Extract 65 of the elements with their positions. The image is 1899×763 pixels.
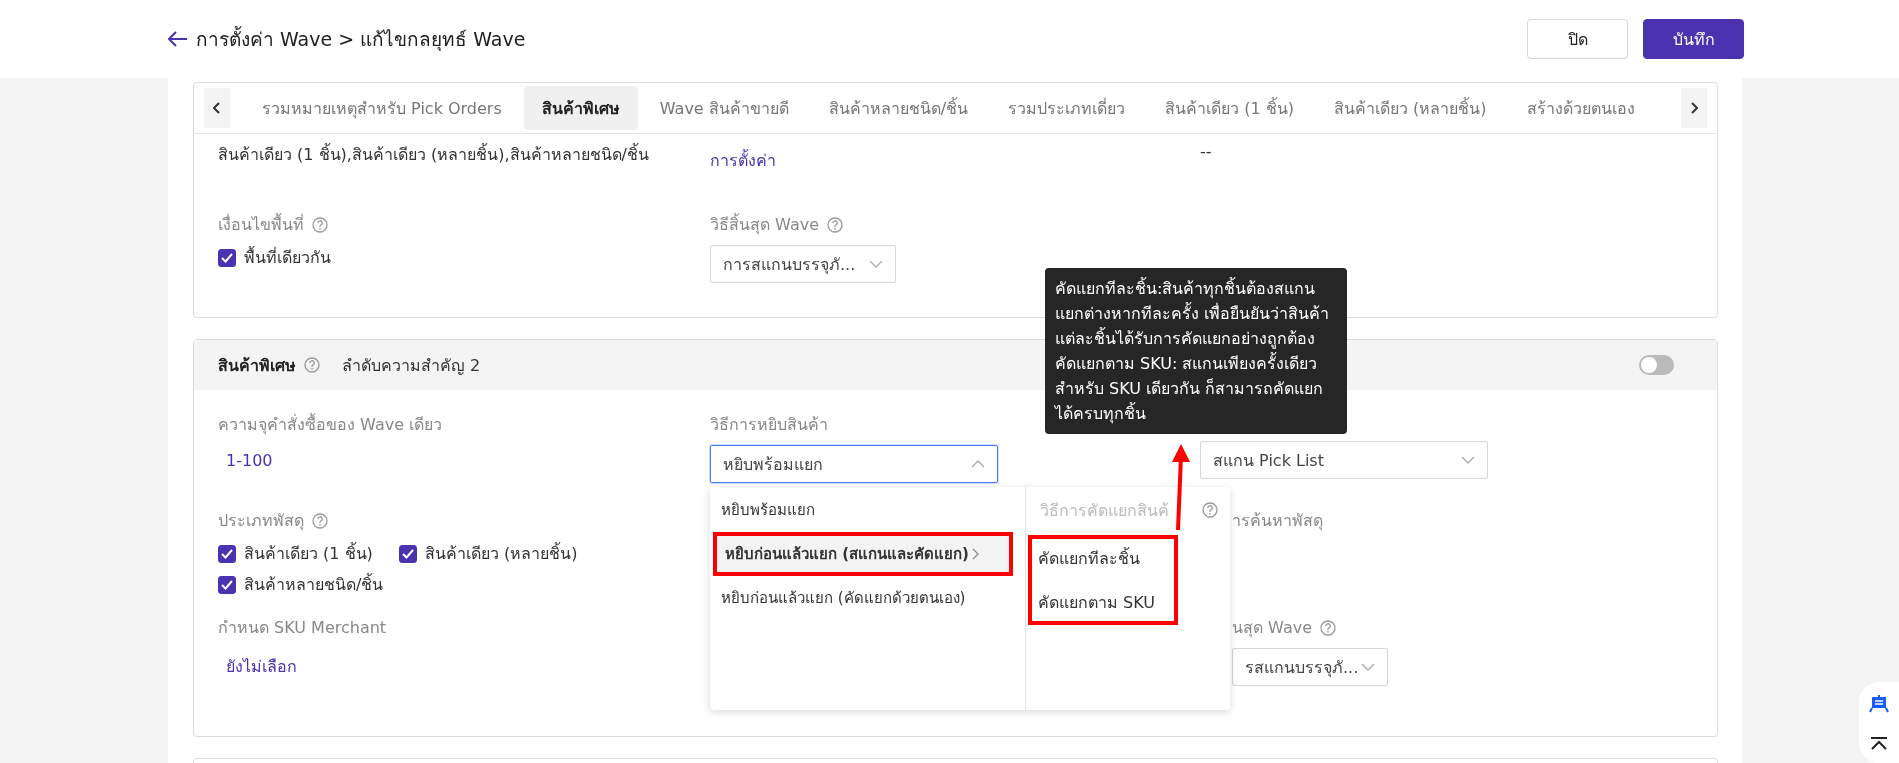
scroll-left-button[interactable]	[204, 88, 230, 128]
scroll-right-button[interactable]	[1681, 88, 1707, 128]
menu-item[interactable]: คัดแยกตาม SKU	[1032, 583, 1174, 621]
range-link[interactable]: 1-100	[218, 445, 710, 470]
menu-item[interactable]: หยิบก่อนแล้วแยก (สแกนและคัดแยก)	[713, 532, 1013, 576]
check-icon	[221, 548, 233, 559]
submenu-title: วิธีการคัดแยกสินค้	[1040, 499, 1169, 522]
chevron-down-icon	[869, 260, 883, 268]
chat-icon[interactable]	[1869, 693, 1889, 714]
product-types-text: สินค้าเดียว (1 ชิ้น),สินค้าเดียว (หลายชิ้น),สินค้าหลายชนิด/ชิ้น	[218, 142, 650, 166]
chevron-down-icon	[1361, 663, 1375, 671]
tab[interactable]: รวมประเภทเดี่ยว	[990, 86, 1144, 130]
field-label: กำหนด SKU Merchant	[218, 617, 387, 639]
help-icon[interactable]	[304, 357, 320, 373]
tooltip-text: คัดแยกตาม SKU: สแกนเพียงครั้งเดียวสำหรับ SKU เดียวกัน ก็สามารถคัดแยกได้ครบทุกชิ้น	[1055, 351, 1325, 426]
field-label: วิธีการหยิบสินค้า	[710, 414, 828, 436]
check-icon	[221, 252, 233, 263]
chevron-up-icon	[971, 460, 985, 468]
select-field[interactable]: รสแกนบรรจุภั...	[1232, 648, 1388, 686]
not-selected-link[interactable]: ยังไม่เลือก	[218, 648, 710, 679]
menu-item[interactable]: หยิบพร้อมแยก	[713, 491, 1013, 529]
close-button[interactable]: ปิด	[1527, 19, 1628, 59]
tab[interactable]: สร้างด้วยตนเอง	[1508, 86, 1653, 130]
field-label: ประเภทพัสดุ	[218, 510, 304, 533]
chevron-left-icon[interactable]	[213, 102, 221, 114]
tab[interactable]: สินค้าเดียว (1 ชิ้น)	[1147, 86, 1312, 130]
help-icon[interactable]	[1202, 502, 1218, 518]
checkbox[interactable]: พื้นที่เดียวกัน	[218, 245, 710, 270]
tooltip-text: คัดแยกทีละชิ้น:สินค้าทุกชิ้นต้องสแกนแยกต่างหากทีละครั้ง เพื่อยืนยันว่าสินค้าแต่ละชิ้นได้รับการคัดแยกอย่างถูกต้อง	[1055, 276, 1331, 351]
field-label: เงื่อนไขพื้นที่	[218, 212, 304, 236]
tab[interactable]: สินค้าหลายชนิด/ชิ้น	[810, 86, 987, 130]
menu-item[interactable]: คัดแยกทีละชิ้น	[1032, 539, 1174, 577]
field-label: นสุด Wave	[1232, 617, 1312, 640]
settings-link[interactable]: การตั้งค่า	[710, 142, 1200, 173]
tab[interactable]: สินค้าพิเศษ	[523, 86, 638, 130]
toggle-switch[interactable]	[1639, 355, 1674, 375]
field-label: ารค้นหาพัสดุ	[1232, 510, 1323, 533]
help-icon[interactable]	[827, 216, 843, 233]
chevron-right-icon	[971, 548, 979, 560]
checkbox[interactable]: สินค้าหลายชนิด/ชิ้น	[218, 572, 384, 597]
menu-item[interactable]: หยิบก่อนแล้วแยก (คัดแยกด้วยตนเอง)	[713, 579, 1013, 617]
chevron-down-icon	[1461, 456, 1475, 464]
check-icon	[401, 548, 414, 559]
help-icon[interactable]	[312, 216, 328, 233]
help-icon[interactable]	[312, 512, 328, 529]
field-label: วิธีสิ้นสุด Wave	[710, 212, 819, 237]
section-title: สินค้าพิเศษ	[218, 354, 296, 377]
field-label: ความจุคำสั่งซื้อของ Wave เดียว	[218, 412, 443, 437]
checkbox[interactable]: สินค้าเดียว (หลายชิ้น)	[398, 541, 578, 566]
back-arrow-icon[interactable]	[168, 31, 188, 47]
tab[interactable]: สินค้าเดียว (หลายชิ้น)	[1316, 86, 1505, 130]
page-title: การตั้งค่า Wave > แก้ไขกลยุทธ์ Wave	[196, 25, 526, 53]
priority-text: ลำดับความสำคัญ 2	[342, 354, 481, 377]
tab[interactable]: Wave สินค้าขายดี	[641, 86, 807, 130]
tab[interactable]: รวมหมายเหตุสำหรับ Pick Orders	[244, 86, 520, 130]
select-field[interactable]: การสแกนบรรจุภั...	[710, 245, 896, 283]
save-button[interactable]: บันทึก	[1643, 19, 1744, 59]
checkbox[interactable]: สินค้าเดียว (1 ชิ้น)	[218, 541, 373, 566]
chevron-right-icon[interactable]	[1690, 102, 1698, 114]
empty-value-text: --	[1200, 142, 1213, 161]
picking-method-select[interactable]: หยิบพร้อมแยก	[710, 445, 998, 483]
check-icon	[221, 579, 233, 590]
scroll-top-icon[interactable]	[1870, 737, 1888, 752]
select-field[interactable]: สแกน Pick List	[1200, 441, 1488, 479]
help-icon[interactable]	[1320, 619, 1336, 636]
